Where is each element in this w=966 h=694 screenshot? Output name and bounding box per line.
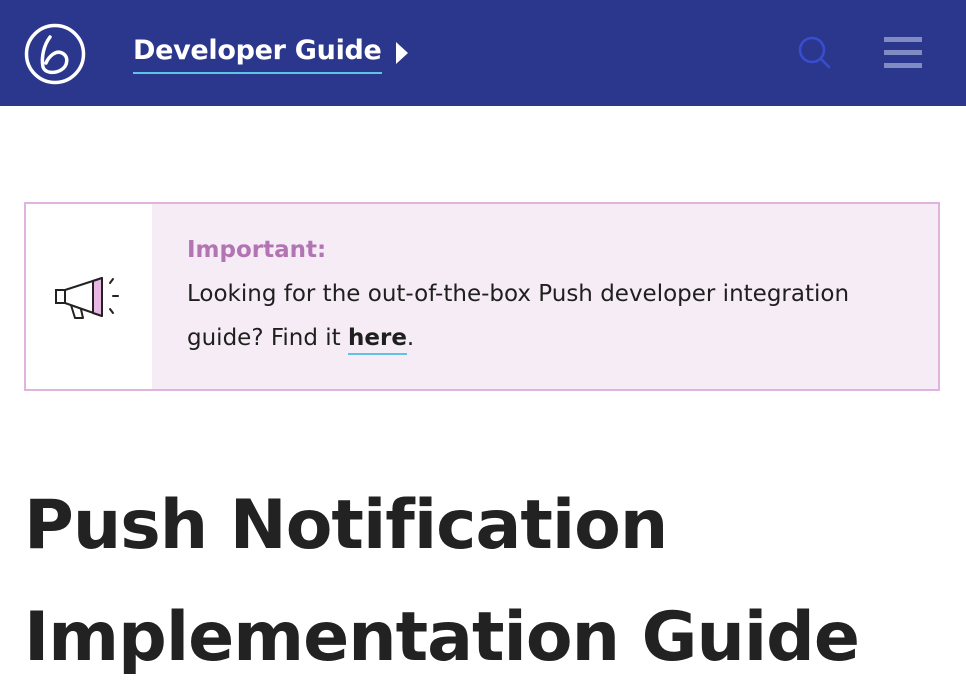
callout-title: Important: [187, 237, 327, 263]
site-header: Developer Guide [0, 0, 966, 106]
callout-text: Looking for the out-of-the-box Push deve… [187, 272, 908, 360]
logo-icon[interactable] [24, 23, 86, 85]
caret-right-icon [395, 41, 408, 64]
page-title: Push Notification Implementation Guide [24, 486, 860, 677]
developer-guide-label: Developer Guide [133, 35, 382, 74]
callout-icon-column [26, 204, 152, 389]
search-button[interactable] [796, 34, 834, 72]
here-link[interactable]: here [348, 325, 407, 355]
megaphone-icon [55, 276, 119, 319]
important-callout: Important: Looking for the out-of-the-bo… [24, 202, 940, 391]
callout-text-before: Looking for the out-of-the-box Push deve… [187, 281, 850, 351]
developer-guide-nav-link[interactable]: Developer Guide [133, 35, 408, 74]
callout-body: Important: Looking for the out-of-the-bo… [152, 204, 938, 389]
callout-text-after: . [406, 325, 415, 351]
hamburger-menu-icon [884, 36, 924, 68]
search-icon [798, 36, 831, 69]
menu-button[interactable] [884, 32, 924, 72]
